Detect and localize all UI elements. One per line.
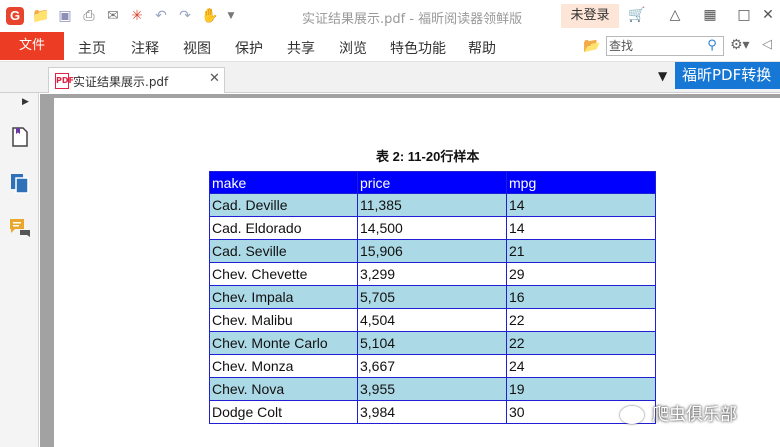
app-logo-icon[interactable]: G bbox=[6, 7, 24, 25]
table-cell-price: 5,104 bbox=[357, 331, 507, 355]
watermark-text: 爬虫俱乐部 bbox=[652, 405, 737, 425]
menu-home[interactable]: 主页 bbox=[78, 38, 106, 58]
gear-icon[interactable]: ⚙▾ bbox=[730, 37, 750, 53]
menu-comment[interactable]: 注释 bbox=[131, 38, 159, 58]
cart-icon[interactable]: 🛒 bbox=[628, 6, 646, 24]
table-row: Chev. Malibu 4,504 22 bbox=[209, 308, 656, 332]
table-row: Dodge Colt 3,984 30 bbox=[209, 400, 656, 424]
title-bar: G 📁 ▣ ⎙ ✉ ✳ ↶ ↷ ✋ ▼ 实证结果展示.pdf - 福昕阅读器领鲜… bbox=[0, 0, 780, 32]
new-icon[interactable]: ✳ bbox=[128, 7, 146, 25]
column-header: price bbox=[357, 171, 507, 194]
table-row: Chev. Monte Carlo 5,104 22 bbox=[209, 331, 656, 355]
watermark: 爬虫俱乐部 bbox=[620, 400, 737, 425]
window-title: 实证结果展示.pdf - 福昕阅读器领鲜版 bbox=[302, 12, 523, 27]
login-button[interactable]: 未登录 bbox=[561, 4, 619, 28]
table-header-row: make price mpg bbox=[209, 171, 656, 194]
chevron-left-icon[interactable]: ◁ bbox=[762, 37, 772, 52]
table-cell-price: 3,955 bbox=[357, 377, 507, 401]
table-cell-price: 3,667 bbox=[357, 354, 507, 378]
menu-share[interactable]: 共享 bbox=[287, 38, 315, 58]
customize-dropdown-icon[interactable]: ▼ bbox=[222, 7, 240, 25]
table-cell-price: 15,906 bbox=[357, 239, 507, 263]
table-row: Cad. Eldorado 14,500 14 bbox=[209, 216, 656, 240]
close-icon[interactable]: ✕ bbox=[209, 71, 220, 86]
open-folder-icon[interactable]: 📁 bbox=[32, 7, 50, 25]
table-row: Chev. Nova 3,955 19 bbox=[209, 377, 656, 401]
table-cell-make: Cad. Seville bbox=[209, 239, 358, 263]
table-cell-mpg: 24 bbox=[506, 354, 656, 378]
grid-icon[interactable]: ▦ bbox=[701, 6, 719, 24]
pages-icon[interactable] bbox=[8, 171, 32, 195]
search-input[interactable] bbox=[609, 38, 705, 54]
pdf-file-icon: PDF bbox=[55, 73, 74, 89]
search-icon[interactable]: ⚲ bbox=[703, 37, 721, 55]
table-cell-price: 4,504 bbox=[357, 308, 507, 332]
table-cell-make: Dodge Colt bbox=[209, 400, 358, 424]
menu-view[interactable]: 视图 bbox=[183, 38, 211, 58]
table-cell-make: Chev. Malibu bbox=[209, 308, 358, 332]
minimize-icon[interactable]: □ bbox=[735, 6, 753, 24]
column-header: mpg bbox=[506, 171, 656, 194]
table-cell-mpg: 14 bbox=[506, 216, 656, 240]
file-menu[interactable]: 文件 bbox=[0, 32, 64, 60]
data-table: make price mpg Cad. Deville 11,385 14 Cad. … bbox=[209, 171, 656, 424]
tab-bar: PDF 实证结果展示.pdf ✕ ▼ 福昕PDF转换 bbox=[0, 62, 780, 93]
table-cell-mpg: 22 bbox=[506, 308, 656, 332]
table-row: Chev. Chevette 3,299 29 bbox=[209, 262, 656, 286]
menu-browse[interactable]: 浏览 bbox=[339, 38, 367, 58]
table-cell-price: 3,299 bbox=[357, 262, 507, 286]
search-box[interactable]: ⚲ bbox=[606, 36, 724, 56]
table-cell-mpg: 16 bbox=[506, 285, 656, 309]
menu-help[interactable]: 帮助 bbox=[468, 38, 496, 58]
table-cell-mpg: 29 bbox=[506, 262, 656, 286]
redo-icon[interactable]: ↷ bbox=[176, 7, 194, 25]
table-cell-price: 5,705 bbox=[357, 285, 507, 309]
expand-panel-icon[interactable]: ▶ bbox=[22, 97, 29, 107]
shirt-icon[interactable]: △ bbox=[666, 6, 684, 24]
table-cell-make: Chev. Monte Carlo bbox=[209, 331, 358, 355]
table-cell-mpg: 14 bbox=[506, 193, 656, 217]
table-row: Cad. Deville 11,385 14 bbox=[209, 193, 656, 217]
table-row: Chev. Impala 5,705 16 bbox=[209, 285, 656, 309]
tab-document[interactable]: PDF 实证结果展示.pdf ✕ bbox=[48, 67, 225, 93]
hand-tool-icon[interactable]: ✋ bbox=[201, 7, 219, 25]
table-row: Cad. Seville 15,906 21 bbox=[209, 239, 656, 263]
table-cell-price: 14,500 bbox=[357, 216, 507, 240]
comments-icon[interactable] bbox=[8, 216, 32, 240]
menu-bar: 文件 主页 注释 视图 保护 共享 浏览 特色功能 帮助 📂 ⚲ ⚙▾ ◁ bbox=[0, 32, 780, 62]
bookmark-page-icon[interactable] bbox=[8, 125, 32, 149]
tab-list-dropdown-icon[interactable]: ▼ bbox=[658, 69, 667, 83]
column-header: make bbox=[209, 171, 358, 194]
undo-icon[interactable]: ↶ bbox=[152, 7, 170, 25]
save-icon[interactable]: ▣ bbox=[56, 7, 74, 25]
menu-features[interactable]: 特色功能 bbox=[390, 38, 446, 58]
table-cell-mpg: 22 bbox=[506, 331, 656, 355]
promo-banner[interactable]: 福昕PDF转换 bbox=[675, 62, 780, 89]
print-icon[interactable]: ⎙ bbox=[80, 7, 98, 25]
table-cell-make: Cad. Deville bbox=[209, 193, 358, 217]
table-cell-make: Chev. Impala bbox=[209, 285, 358, 309]
menu-protect[interactable]: 保护 bbox=[235, 38, 263, 58]
pdf-page: 表 2: 11-20行样本 make price mpg Cad. Devill… bbox=[54, 98, 780, 447]
table-row: Chev. Monza 3,667 24 bbox=[209, 354, 656, 378]
table-cell-price: 3,984 bbox=[357, 400, 507, 424]
folder-search-icon[interactable]: 📂 bbox=[583, 37, 601, 55]
table-title: 表 2: 11-20行样本 bbox=[376, 149, 480, 164]
table-cell-mpg: 21 bbox=[506, 239, 656, 263]
tab-label: 实证结果展示.pdf bbox=[73, 75, 169, 89]
document-viewer[interactable]: 表 2: 11-20行样本 make price mpg Cad. Devill… bbox=[40, 94, 780, 447]
table-cell-price: 11,385 bbox=[357, 193, 507, 217]
email-icon[interactable]: ✉ bbox=[104, 7, 122, 25]
table-cell-mpg: 19 bbox=[506, 377, 656, 401]
table-cell-make: Chev. Monza bbox=[209, 354, 358, 378]
table-cell-make: Chev. Nova bbox=[209, 377, 358, 401]
close-window-icon[interactable]: ✕ bbox=[759, 6, 777, 24]
navigation-panel: ▶ bbox=[0, 93, 39, 447]
table-cell-make: Chev. Chevette bbox=[209, 262, 358, 286]
table-cell-make: Cad. Eldorado bbox=[209, 216, 358, 240]
wechat-icon bbox=[620, 406, 644, 424]
